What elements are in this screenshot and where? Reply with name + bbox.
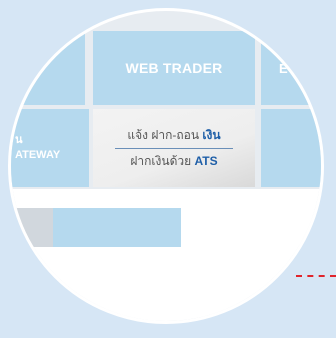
gateway-tile[interactable]: น ATEWAY bbox=[11, 109, 89, 187]
blue-bar bbox=[53, 208, 181, 247]
tile-right-top[interactable]: E bbox=[261, 31, 321, 105]
gateway-tile-line1: น bbox=[15, 134, 23, 146]
tile-left-top[interactable] bbox=[11, 31, 85, 105]
deposit-withdraw-panel: แจ้ง ฝาก-ถอน เงิน ฝากเงินด้วย ATS bbox=[93, 109, 255, 187]
deposit-ats-prefix: ฝากเงินด้วย bbox=[130, 154, 195, 168]
white-panel bbox=[181, 208, 321, 247]
gateway-tile-line2: ATEWAY bbox=[15, 149, 61, 161]
web-trader-tile[interactable]: WEB TRADER bbox=[93, 31, 255, 105]
magnifier-lens: WEB TRADER E น ATEWAY แจ้ง ฝาก-ถอน เงิน … bbox=[8, 8, 324, 324]
notify-bold: เงิน bbox=[202, 128, 221, 142]
notify-prefix: แจ้ง ฝาก-ถอน bbox=[127, 128, 203, 142]
tile-right-top-label: E bbox=[279, 60, 288, 76]
content-area bbox=[11, 247, 321, 321]
tile-right-mid[interactable] bbox=[261, 109, 321, 187]
red-dashed-line bbox=[296, 275, 336, 277]
notify-deposit-withdraw-link[interactable]: แจ้ง ฝาก-ถอน เงิน bbox=[127, 127, 220, 143]
deposit-ats-bold: ATS bbox=[194, 154, 218, 168]
deposit-ats-link[interactable]: ฝากเงินด้วย ATS bbox=[130, 153, 217, 169]
panel-divider bbox=[115, 148, 233, 149]
gray-bar bbox=[11, 208, 53, 247]
section-gap bbox=[11, 189, 321, 208]
web-trader-label: WEB TRADER bbox=[125, 60, 223, 76]
